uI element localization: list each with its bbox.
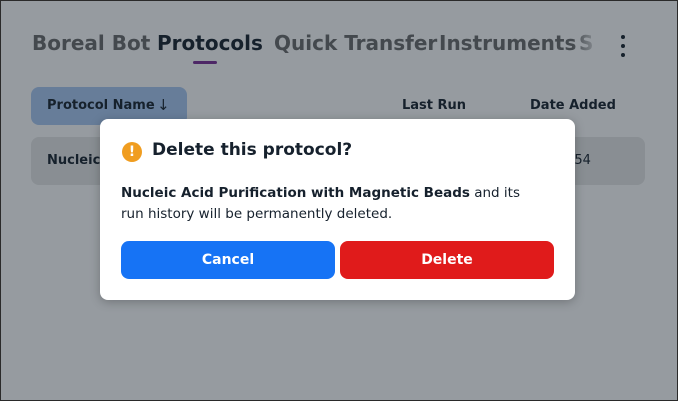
app-window: Boreal Bot Protocols Quick Transfer Inst… xyxy=(0,0,678,401)
dialog-title: Delete this protocol? xyxy=(152,140,353,160)
delete-button[interactable]: Delete xyxy=(340,241,554,279)
cancel-button[interactable]: Cancel xyxy=(121,241,335,279)
delete-protocol-dialog: ! Delete this protocol? Nucleic Acid Pur… xyxy=(100,119,575,300)
dialog-message: Nucleic Acid Purification with Magnetic … xyxy=(121,183,531,225)
warning-icon: ! xyxy=(122,142,142,162)
protocol-name-text: Nucleic Acid Purification with Magnetic … xyxy=(121,185,470,201)
